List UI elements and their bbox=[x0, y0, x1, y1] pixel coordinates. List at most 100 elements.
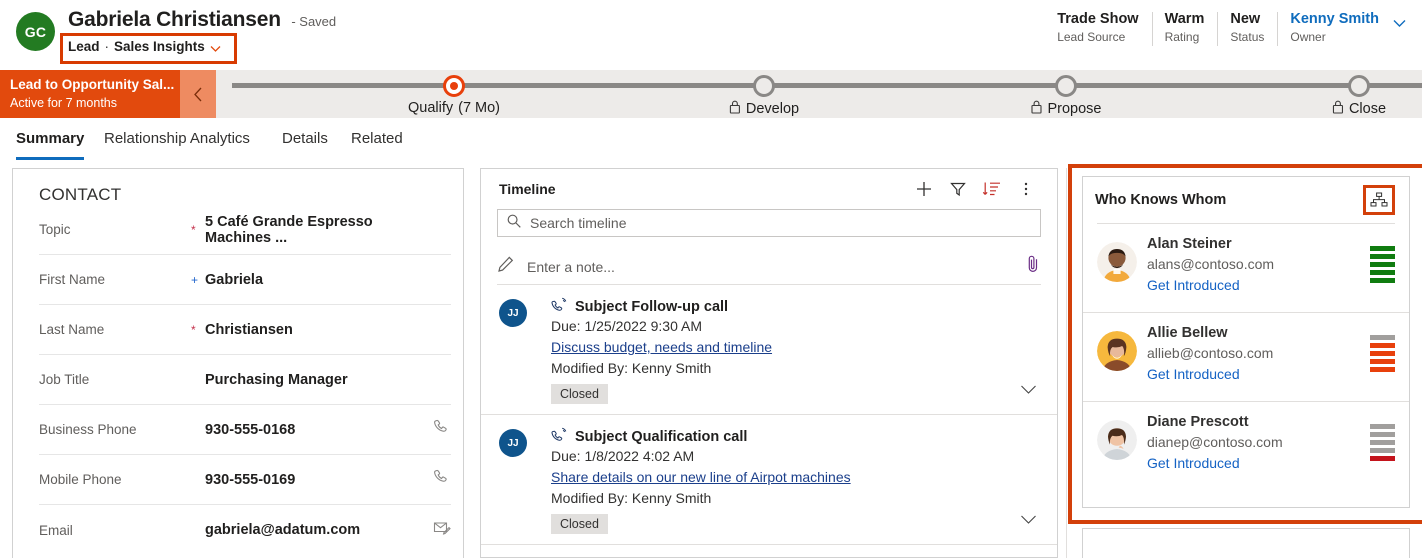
chevron-left-icon[interactable] bbox=[180, 70, 216, 118]
search-timeline-input[interactable]: Search timeline bbox=[497, 209, 1041, 237]
contact-section-card: CONTACT Topic * 5 Café Grande Espresso M… bbox=[12, 168, 464, 558]
timeline-item-description-link[interactable]: Share details on our new line of Airpot … bbox=[551, 467, 851, 488]
process-name-block[interactable]: Lead to Opportunity Sal... Active for 7 … bbox=[0, 70, 180, 118]
chevron-down-icon[interactable] bbox=[210, 42, 221, 53]
entity-type-label: Lead bbox=[68, 39, 100, 54]
strength-bar bbox=[1370, 440, 1395, 445]
timeline-item-description-link[interactable]: Discuss budget, needs and timeline bbox=[551, 337, 772, 358]
phone-call-icon bbox=[551, 297, 568, 316]
tab-details[interactable]: Details bbox=[282, 126, 328, 162]
field-row[interactable]: Mobile Phone 930-555-0169 bbox=[39, 455, 451, 505]
contact-name: Alan Steiner bbox=[1147, 234, 1395, 254]
header-field-lead-source[interactable]: Trade Show Lead Source bbox=[1044, 10, 1151, 46]
filter-icon[interactable] bbox=[941, 174, 975, 204]
sort-descending-icon[interactable] bbox=[975, 174, 1009, 204]
chevron-down-icon[interactable] bbox=[1392, 10, 1414, 36]
timeline-item-subject: Subject Qualification call bbox=[575, 429, 747, 445]
phone-call-icon bbox=[551, 427, 568, 446]
stage-label: Qualify bbox=[408, 100, 453, 116]
field-row[interactable]: Last Name * Christiansen bbox=[39, 305, 451, 355]
more-vertical-icon[interactable] bbox=[1009, 174, 1043, 204]
contact-info: Allie Bellew allieb@contoso.com Get Intr… bbox=[1147, 323, 1395, 385]
email-icon[interactable] bbox=[421, 520, 451, 541]
business-process-flow-bar: Lead to Opportunity Sal... Active for 7 … bbox=[0, 70, 1422, 118]
form-tabs: Summary Relationship Analytics Details R… bbox=[0, 126, 1422, 162]
timeline-item-subject-row: Subject Qualification call bbox=[551, 427, 1041, 446]
field-value: Gabriela bbox=[205, 272, 421, 288]
avatar bbox=[1097, 420, 1137, 460]
avatar bbox=[1097, 242, 1137, 282]
list-item[interactable]: Alan Steiner alans@contoso.com Get Intro… bbox=[1083, 224, 1409, 313]
strength-bar bbox=[1370, 278, 1395, 283]
header-field-rating[interactable]: Warm Rating bbox=[1152, 10, 1218, 46]
search-icon bbox=[506, 213, 522, 234]
timeline-card: Timeline Search timeline bbox=[480, 168, 1058, 558]
strength-bar bbox=[1370, 448, 1395, 453]
field-row[interactable]: Job Title Purchasing Manager bbox=[39, 355, 451, 405]
process-name: Lead to Opportunity Sal... bbox=[10, 75, 170, 94]
field-row[interactable]: Business Phone 930-555-0168 bbox=[39, 405, 451, 455]
lock-icon bbox=[729, 100, 741, 118]
tab-summary[interactable]: Summary bbox=[16, 126, 84, 162]
stage-label-group: Qualify (7 Mo) bbox=[408, 100, 500, 116]
paperclip-icon[interactable] bbox=[1025, 254, 1041, 279]
field-label: Last Name bbox=[39, 322, 191, 337]
strength-bar bbox=[1370, 343, 1395, 348]
lock-icon bbox=[1332, 100, 1344, 118]
contact-info: Diane Prescott dianep@contoso.com Get In… bbox=[1147, 412, 1395, 474]
status-badge: Closed bbox=[551, 384, 608, 404]
contact-email: alans@contoso.com bbox=[1147, 254, 1395, 274]
header-field-status[interactable]: New Status bbox=[1217, 10, 1277, 46]
chevron-down-icon[interactable] bbox=[1020, 382, 1037, 400]
field-label: Email bbox=[39, 523, 191, 538]
strength-bar bbox=[1370, 335, 1395, 340]
strength-bar bbox=[1370, 432, 1395, 437]
avatar: JJ bbox=[499, 299, 527, 327]
field-row[interactable]: Topic * 5 Café Grande Espresso Machines … bbox=[39, 205, 451, 255]
header-field-summary: Trade Show Lead Source Warm Rating New S… bbox=[1044, 10, 1414, 46]
tab-related[interactable]: Related bbox=[351, 126, 403, 162]
status-badge: Closed bbox=[551, 514, 608, 534]
list-item[interactable]: Diane Prescott dianep@contoso.com Get In… bbox=[1083, 402, 1409, 491]
plus-icon[interactable] bbox=[907, 174, 941, 204]
header-field-value: New bbox=[1230, 10, 1264, 29]
strength-bar bbox=[1370, 351, 1395, 356]
timeline-item[interactable]: JJ Subject Qualification call Due: 1/8/2… bbox=[481, 415, 1057, 545]
panel-divider bbox=[1066, 168, 1067, 558]
header-field-label: Rating bbox=[1165, 29, 1205, 46]
timeline-header: Timeline bbox=[481, 169, 1057, 209]
list-item[interactable]: Allie Bellew allieb@contoso.com Get Intr… bbox=[1083, 313, 1409, 402]
timeline-item[interactable]: JJ Subject Follow-up call Due: 1/25/2022… bbox=[481, 285, 1057, 415]
header-field-value: Trade Show bbox=[1057, 10, 1138, 29]
field-row[interactable]: Email gabriela@adatum.com bbox=[39, 505, 451, 555]
lock-icon bbox=[1030, 100, 1042, 118]
get-introduced-link[interactable]: Get Introduced bbox=[1147, 363, 1395, 385]
note-input-row[interactable]: Enter a note... bbox=[497, 249, 1041, 285]
stage-node bbox=[1348, 75, 1370, 97]
strength-bar bbox=[1370, 262, 1395, 267]
strength-bar bbox=[1370, 270, 1395, 275]
phone-icon[interactable] bbox=[421, 468, 451, 491]
record-header: GC Gabriela Christiansen - Saved Lead · … bbox=[0, 0, 1422, 62]
header-field-value[interactable]: Kenny Smith bbox=[1290, 10, 1379, 29]
timeline-item-body: Subject Follow-up call Due: 1/25/2022 9:… bbox=[551, 297, 1041, 404]
org-chart-icon[interactable] bbox=[1363, 185, 1395, 215]
timeline-title: Timeline bbox=[499, 181, 907, 197]
process-rail bbox=[232, 83, 1422, 88]
get-introduced-link[interactable]: Get Introduced bbox=[1147, 274, 1395, 296]
chevron-down-icon[interactable] bbox=[1020, 512, 1037, 530]
relationship-strength-indicator bbox=[1370, 246, 1395, 283]
stage-label: Propose bbox=[1047, 101, 1101, 117]
get-introduced-link[interactable]: Get Introduced bbox=[1147, 452, 1395, 474]
who-knows-whom-title: Who Knows Whom bbox=[1095, 192, 1363, 208]
strength-bar bbox=[1370, 367, 1395, 372]
tab-relationship-analytics[interactable]: Relationship Analytics bbox=[104, 126, 250, 162]
who-knows-whom-card: Who Knows Whom bbox=[1082, 176, 1410, 508]
entity-app-breadcrumb[interactable]: Lead · Sales Insights bbox=[68, 39, 221, 54]
note-placeholder: Enter a note... bbox=[527, 259, 1013, 275]
who-knows-whom-header: Who Knows Whom bbox=[1083, 177, 1409, 223]
phone-icon[interactable] bbox=[421, 418, 451, 441]
header-field-owner[interactable]: Kenny Smith Owner bbox=[1277, 10, 1392, 46]
field-row[interactable]: First Name + Gabriela bbox=[39, 255, 451, 305]
header-field-label: Status bbox=[1230, 29, 1264, 46]
